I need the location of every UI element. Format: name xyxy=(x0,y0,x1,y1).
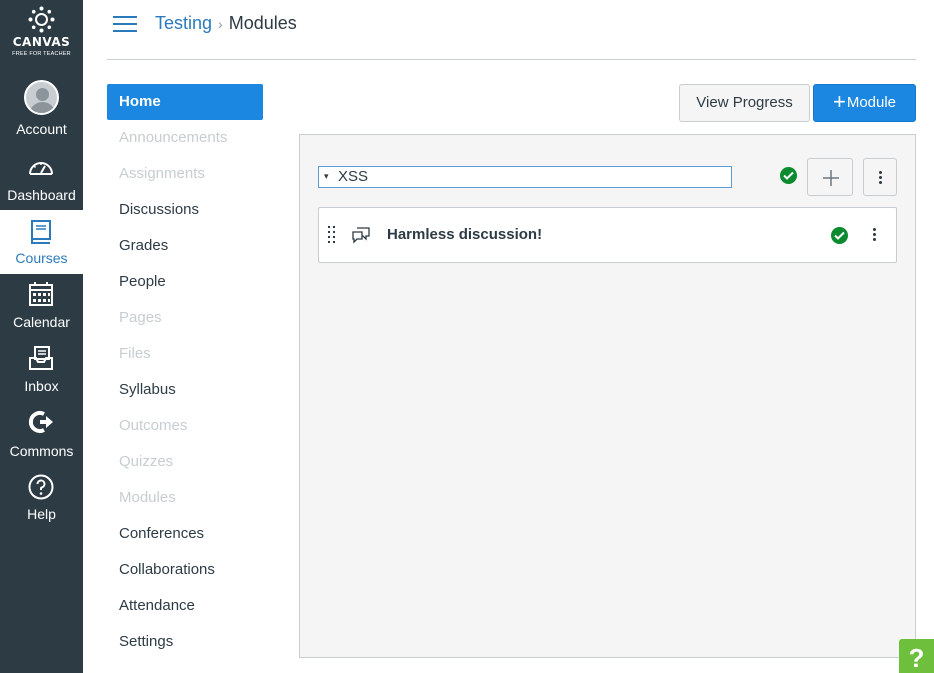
module-settings-button[interactable] xyxy=(863,158,897,196)
view-progress-button[interactable]: View Progress xyxy=(679,84,810,122)
inbox-icon xyxy=(29,346,53,370)
gnav-dashboard-label: Dashboard xyxy=(7,187,76,203)
gnav-help-label: Help xyxy=(27,506,56,522)
collapse-caret-icon: ▾ xyxy=(324,171,329,181)
module-name: XSS xyxy=(338,168,369,185)
breadcrumb-current: Modules xyxy=(228,13,297,33)
course-nav-quizzes[interactable]: Quizzes xyxy=(107,444,263,480)
discussion-icon xyxy=(352,227,370,244)
canvas-logo-icon xyxy=(28,6,55,33)
course-nav-settings[interactable]: Settings xyxy=(107,624,263,660)
kebab-icon xyxy=(878,171,882,174)
course-nav-attendance[interactable]: Attendance xyxy=(107,588,263,624)
add-module-item-button[interactable] xyxy=(807,158,853,196)
add-module-label: Module xyxy=(846,94,897,111)
gnav-calendar[interactable]: Calendar xyxy=(0,274,83,338)
gnav-help[interactable]: Help xyxy=(0,466,83,530)
item-settings-button[interactable] xyxy=(865,224,883,246)
module-header-toggle[interactable]: ▾ XSS xyxy=(318,166,732,188)
gnav-courses-label: Courses xyxy=(15,250,68,266)
gnav-commons[interactable]: Commons xyxy=(0,402,83,466)
course-menu-toggle[interactable] xyxy=(113,14,137,34)
course-nav-modules[interactable]: Modules xyxy=(107,480,263,516)
course-nav-outcomes[interactable]: Outcomes xyxy=(107,408,263,444)
course-nav-grades[interactable]: Grades xyxy=(107,228,263,264)
course-nav-discussions[interactable]: Discussions xyxy=(107,192,263,228)
book-icon xyxy=(31,220,51,244)
gnav-inbox-label: Inbox xyxy=(24,378,59,394)
add-icon xyxy=(823,170,839,186)
course-nav-files[interactable]: Files xyxy=(107,336,263,372)
gnav-commons-label: Commons xyxy=(9,443,74,459)
module-item-title[interactable]: Harmless discussion! xyxy=(387,226,542,243)
commons-icon xyxy=(28,411,53,433)
plus-icon: + xyxy=(832,89,846,114)
gnav-courses[interactable]: Courses xyxy=(0,210,83,274)
canvas-logo[interactable]: CANVAS FREE FOR TEACHER xyxy=(0,0,83,70)
course-nav-syllabus[interactable]: Syllabus xyxy=(107,372,263,408)
course-nav-pages[interactable]: Pages xyxy=(107,300,263,336)
course-nav-assignments[interactable]: Assignments xyxy=(107,156,263,192)
global-nav: CANVAS FREE FOR TEACHER Account Dashboar… xyxy=(0,0,83,673)
help-tab-button[interactable]: ? xyxy=(899,639,934,673)
course-nav-announcements[interactable]: Announcements xyxy=(107,120,263,156)
breadcrumb-separator: › xyxy=(218,16,223,32)
gnav-account[interactable]: Account xyxy=(0,72,83,137)
course-nav-people[interactable]: People xyxy=(107,264,263,300)
calendar-icon xyxy=(29,282,53,306)
help-circle-icon xyxy=(28,474,54,500)
gnav-calendar-label: Calendar xyxy=(13,314,70,330)
drag-handle-icon[interactable] xyxy=(328,226,336,244)
module-item-row: Harmless discussion! xyxy=(318,207,897,263)
header-divider xyxy=(107,59,916,60)
breadcrumb: Testing › Modules xyxy=(155,13,297,34)
course-nav-home[interactable]: Home xyxy=(107,84,263,120)
breadcrumb-course-link[interactable]: Testing xyxy=(155,13,212,33)
kebab-icon xyxy=(872,228,876,231)
gnav-account-label: Account xyxy=(16,121,67,137)
logo-wordmark: CANVAS xyxy=(12,35,71,49)
course-nav-collaborations[interactable]: Collaborations xyxy=(107,552,263,588)
item-published-check-icon[interactable] xyxy=(831,227,848,244)
module-published-check-icon[interactable] xyxy=(780,167,797,184)
course-nav-conferences[interactable]: Conferences xyxy=(107,516,263,552)
logo-subtitle: FREE FOR TEACHER xyxy=(12,51,71,57)
add-module-button[interactable]: +Module xyxy=(813,84,916,122)
gnav-inbox[interactable]: Inbox xyxy=(0,338,83,402)
avatar xyxy=(24,80,59,115)
dashboard-icon xyxy=(29,162,53,175)
gnav-dashboard[interactable]: Dashboard xyxy=(0,146,83,210)
